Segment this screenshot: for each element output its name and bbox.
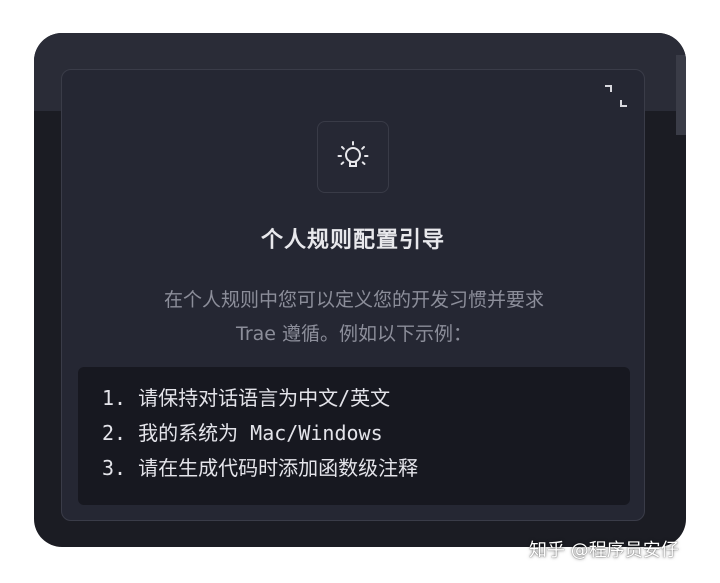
panel-description: 在个人规则中您可以定义您的开发习惯并要求 Trae 遵循。例如以下示例：	[82, 283, 626, 351]
example-item: 1. 请保持对话语言为中文/英文	[102, 386, 391, 410]
lightbulb-icon	[337, 141, 369, 167]
example-item: 3. 请在生成代码时添加函数级注释	[102, 456, 419, 480]
panel-title: 个人规则配置引导	[260, 228, 445, 253]
lightbulb-icon-container	[317, 121, 389, 193]
collapse-icon	[605, 85, 627, 107]
description-line: Trae 遵循。例如以下示例：	[236, 323, 472, 345]
rules-guide-panel: 个人规则配置引导 在个人规则中您可以定义您的开发习惯并要求 Trae 遵循。例如…	[61, 69, 645, 521]
collapse-button[interactable]	[602, 82, 630, 110]
scrollbar[interactable]	[676, 55, 686, 135]
example-item: 2. 我的系统为 Mac/Windows	[102, 421, 383, 445]
examples-code-block: 1. 请保持对话语言为中文/英文 2. 我的系统为 Mac/Windows 3.…	[78, 367, 630, 505]
watermark: 知乎 @程序员安仔	[529, 540, 679, 561]
app-window: 个人规则配置引导 在个人规则中您可以定义您的开发习惯并要求 Trae 遵循。例如…	[34, 33, 686, 547]
description-line: 在个人规则中您可以定义您的开发习惯并要求	[163, 289, 544, 311]
